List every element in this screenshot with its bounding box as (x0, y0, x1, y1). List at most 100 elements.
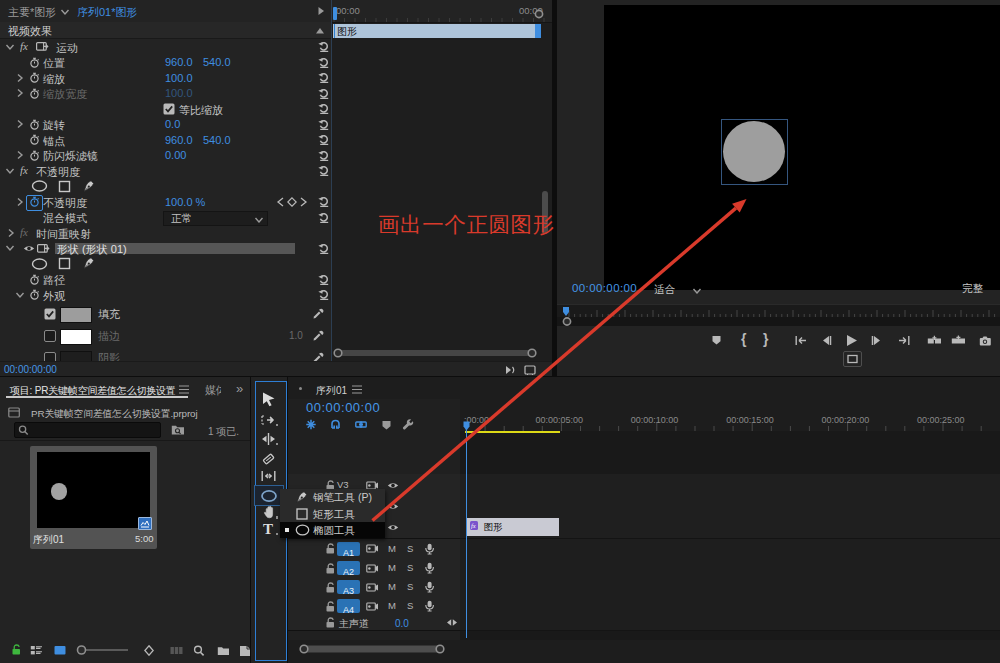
stopwatch-icon[interactable] (29, 134, 40, 146)
mark-in-icon[interactable]: { (741, 331, 746, 347)
tool-type[interactable]: T (262, 521, 275, 537)
master-clip-selector[interactable]: 主要*图形 (8, 5, 56, 20)
timeline-clip-graphic[interactable]: fx图形 (466, 518, 559, 536)
reset-param-icon[interactable] (318, 196, 329, 207)
add-marker-icon[interactable] (381, 420, 392, 430)
chevron-down-icon[interactable] (15, 290, 25, 300)
project-tab-overflow[interactable]: 媒体浏览器 (205, 383, 221, 397)
program-video-viewport[interactable] (604, 5, 1000, 290)
sync-lock-icon[interactable] (366, 601, 379, 612)
mark-out-icon[interactable]: } (763, 331, 768, 347)
voiceover-record-icon[interactable] (424, 543, 435, 555)
track-lane-A4[interactable] (460, 597, 1000, 617)
timeline-playhead-timecode[interactable]: 00:00:00:00 (306, 400, 380, 415)
safe-margins-button[interactable] (843, 351, 862, 367)
sequence-clip-link[interactable]: 序列01*图形 (77, 5, 138, 20)
reset-param-icon[interactable] (318, 103, 329, 114)
sequence-item-card[interactable]: 序列015:00 (30, 446, 157, 549)
master-pan-icon[interactable] (446, 617, 458, 628)
stopwatch-icon[interactable] (29, 289, 40, 301)
mute-track-button[interactable]: M (388, 600, 396, 611)
snap-toggle-icon[interactable] (330, 419, 341, 429)
previous-keyframe-icon[interactable] (276, 197, 285, 207)
audio-track-target-A2[interactable]: A2 (337, 561, 360, 575)
project-writable-lock-icon[interactable] (11, 644, 22, 656)
track-lock-icon[interactable] (325, 543, 335, 554)
list-view-icon[interactable] (30, 645, 43, 656)
step-forward-icon[interactable] (871, 335, 883, 346)
reset-param-icon[interactable] (318, 212, 329, 223)
effect-param-value[interactable]: 960.0 (165, 56, 193, 68)
add-marker-icon[interactable] (711, 335, 722, 346)
overwrite-icon[interactable] (951, 335, 966, 347)
mini-playhead[interactable] (333, 7, 337, 20)
track-output-eye-icon[interactable] (387, 480, 399, 491)
track-output-eye-icon[interactable] (387, 522, 399, 533)
master-volume-value[interactable]: 0.0 (395, 618, 409, 629)
go-to-in-icon[interactable] (795, 335, 808, 346)
checkbox-checked-icon[interactable] (44, 308, 56, 320)
eyedropper-icon[interactable] (312, 307, 325, 320)
track-lane-A1[interactable] (460, 539, 1000, 560)
solo-track-button[interactable]: S (407, 543, 413, 554)
go-to-out-icon[interactable] (897, 335, 910, 346)
mute-track-button[interactable]: M (388, 562, 396, 573)
program-zoom-bar[interactable] (557, 317, 1000, 326)
timeline-settings-wrench-icon[interactable] (402, 419, 414, 431)
tool-slip[interactable] (261, 469, 276, 483)
color-swatch[interactable] (60, 307, 92, 323)
more-tabs-chevron[interactable]: » (236, 381, 243, 396)
reset-param-icon[interactable] (318, 41, 329, 52)
stopwatch-icon[interactable] (29, 88, 40, 100)
reset-param-icon[interactable] (318, 243, 329, 254)
blend-mode-dropdown[interactable]: 正常 (163, 211, 268, 226)
mute-track-button[interactable]: M (388, 543, 396, 554)
effect-param-value[interactable]: 100.0 (165, 87, 193, 99)
reset-param-icon[interactable] (318, 150, 329, 161)
search-input[interactable] (14, 422, 161, 438)
tool-selection[interactable] (261, 391, 277, 408)
flyout-item-pen-tool[interactable]: 钢笔工具 (P) (280, 489, 385, 506)
checkbox-unchecked-icon[interactable] (44, 330, 56, 342)
chevron-right-icon[interactable] (15, 150, 25, 160)
reset-param-icon[interactable] (318, 165, 329, 176)
fx-clip-bar[interactable]: 图形 (333, 24, 541, 38)
free-draw-bezier-icon[interactable] (82, 180, 95, 193)
play-audio-only-icon[interactable] (505, 365, 517, 375)
create-rect-mask-icon[interactable] (58, 257, 71, 270)
icon-view-icon[interactable] (54, 645, 66, 656)
create-rect-mask-icon[interactable] (58, 180, 71, 193)
tool-ripple-edit[interactable] (261, 432, 276, 446)
solo-track-button[interactable]: S (407, 562, 413, 573)
checkbox-checked-icon[interactable] (163, 103, 175, 115)
reset-param-icon[interactable] (318, 57, 329, 68)
free-draw-bezier-icon[interactable] (82, 257, 95, 270)
mute-track-button[interactable]: M (388, 581, 396, 592)
panel-menu-icon[interactable] (352, 385, 362, 394)
mini-zoom-handle[interactable] (534, 9, 544, 19)
fx-clip-out-handle[interactable] (535, 24, 541, 38)
stopwatch-icon[interactable] (29, 196, 40, 208)
sync-lock-icon[interactable] (366, 563, 379, 574)
effect-param-value[interactable]: 960.0 (165, 134, 193, 146)
eyedropper-icon[interactable] (312, 329, 325, 342)
sync-lock-icon[interactable] (366, 582, 379, 593)
effect-param-value[interactable]: 540.0 (203, 56, 231, 68)
voiceover-record-icon[interactable] (424, 581, 435, 593)
track-lock-icon[interactable] (325, 617, 335, 628)
param-value-dim[interactable]: 1.0 (289, 330, 303, 341)
resolution-select-value[interactable]: 完整 (962, 282, 983, 296)
effect-param-value[interactable]: 0.00 (165, 149, 186, 161)
step-back-icon[interactable] (820, 335, 832, 346)
show-timeline-view-icon[interactable] (316, 6, 326, 16)
chevron-right-icon[interactable] (6, 228, 16, 238)
stopwatch-icon[interactable] (29, 119, 40, 131)
reset-param-icon[interactable] (318, 274, 329, 285)
track-lock-icon[interactable] (325, 601, 335, 612)
voiceover-record-icon[interactable] (424, 562, 435, 574)
chevron-right-icon[interactable] (15, 88, 25, 98)
track-lane-V3[interactable] (460, 474, 1000, 497)
linked-selection-icon[interactable] (355, 419, 367, 430)
play-icon[interactable] (845, 334, 858, 347)
timeline-ruler[interactable]: :00:0000:00:05:0000:00:10:0000:00:15:000… (460, 413, 1000, 431)
